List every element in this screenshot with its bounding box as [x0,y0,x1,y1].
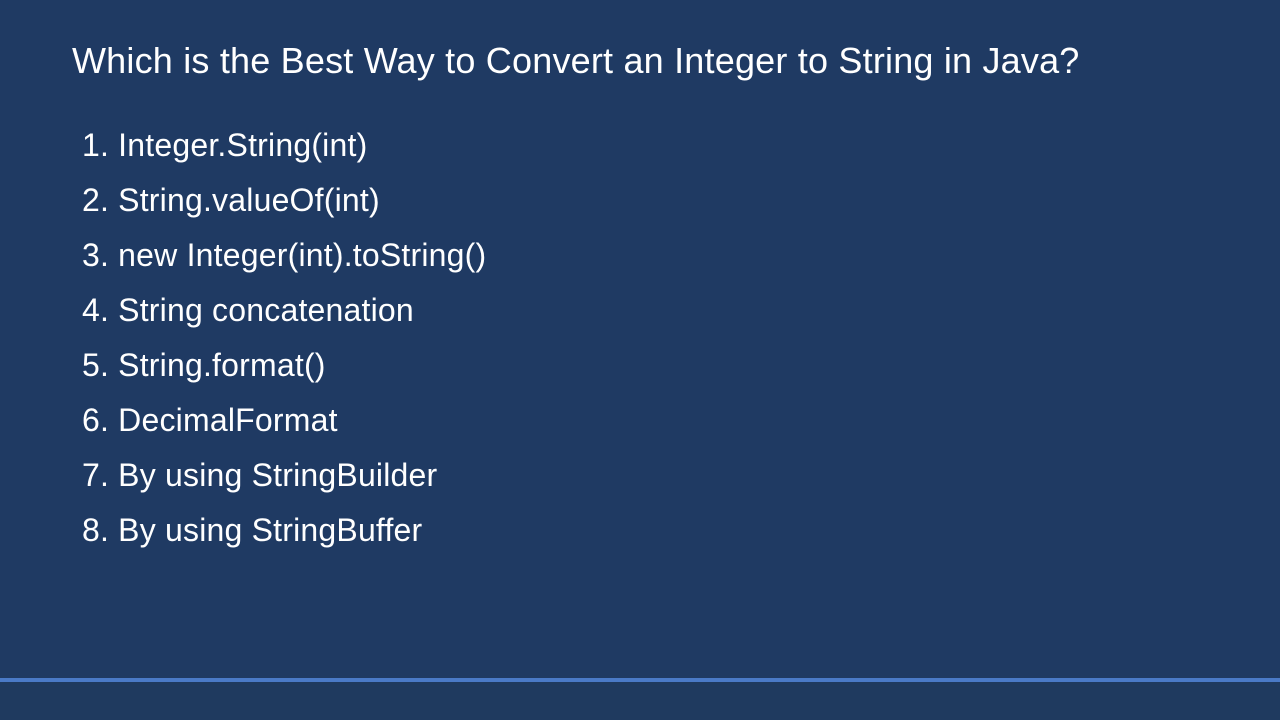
list-item: 1. Integer.String(int) [82,118,1208,173]
list-item: 6. DecimalFormat [82,393,1208,448]
list-item: 5. String.format() [82,338,1208,393]
slide-content: Which is the Best Way to Convert an Inte… [0,0,1280,598]
options-list: 1. Integer.String(int) 2. String.valueOf… [72,118,1208,558]
list-item: 8. By using StringBuffer [82,503,1208,558]
list-item: 4. String concatenation [82,283,1208,338]
bottom-accent-bar [0,678,1280,720]
slide-title: Which is the Best Way to Convert an Inte… [72,40,1208,82]
list-item: 2. String.valueOf(int) [82,173,1208,228]
list-item: 3. new Integer(int).toString() [82,228,1208,283]
list-item: 7. By using StringBuilder [82,448,1208,503]
